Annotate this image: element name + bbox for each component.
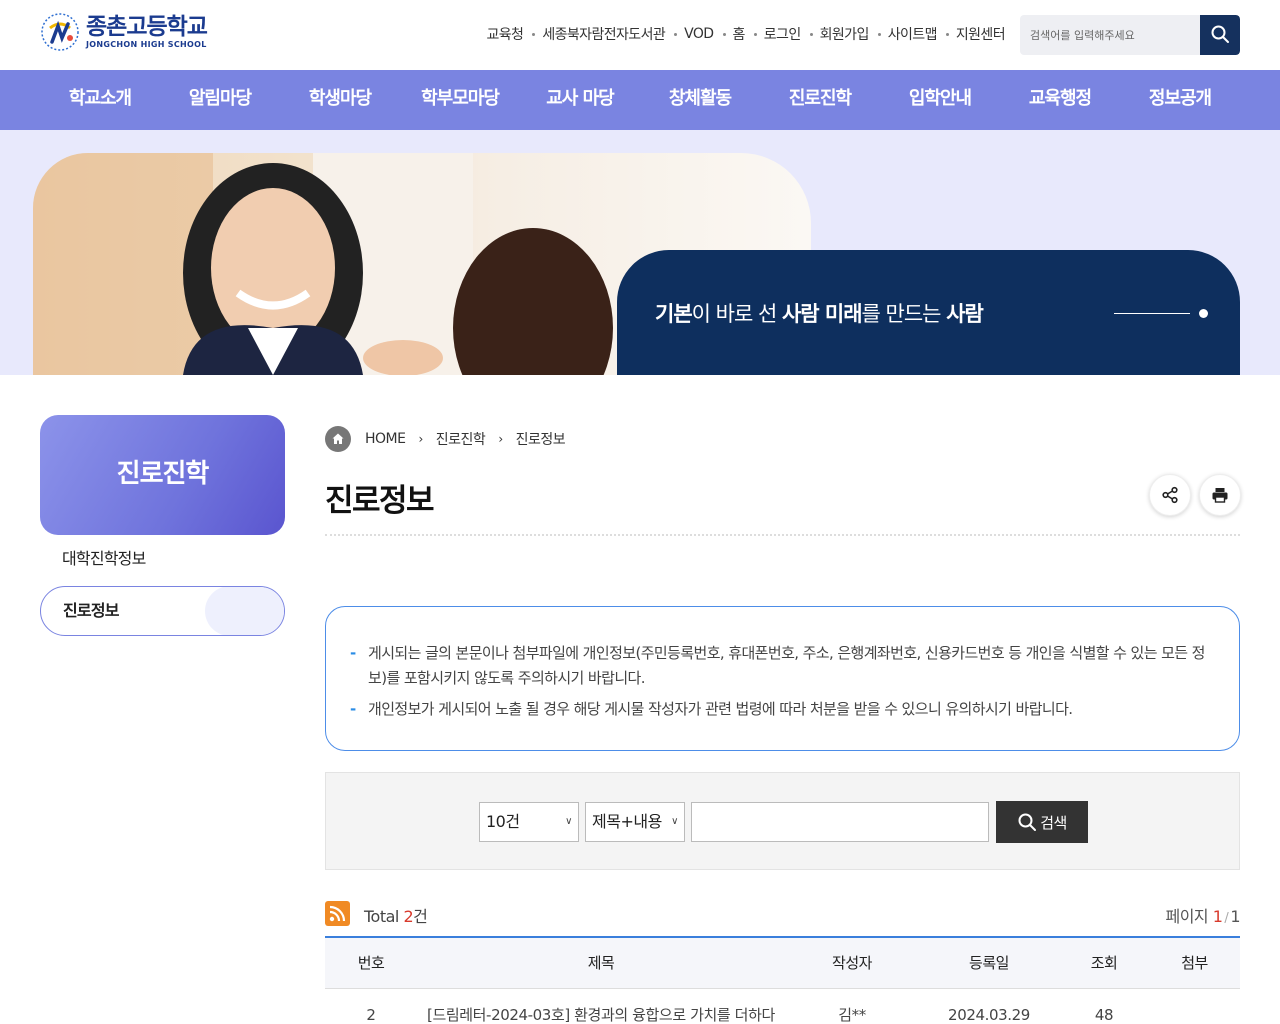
banner-decor-line (1114, 313, 1190, 314)
search-icon (1018, 813, 1037, 831)
util-link-education-office[interactable]: 교육청 (487, 24, 524, 44)
board-search-button[interactable]: 검색 (996, 801, 1088, 843)
lnb-title: 진로진학 (40, 415, 285, 535)
print-button[interactable] (1199, 474, 1241, 516)
util-link-login[interactable]: 로그인 (745, 24, 801, 44)
gnb-item-notice[interactable]: 알림마당 (160, 70, 280, 130)
slogan-text: 기본이 바로 선 사람 미래를 만드는 사람 (655, 302, 984, 326)
gnb-item-activities[interactable]: 창체활동 (640, 70, 760, 130)
share-icon (1162, 486, 1178, 504)
gnb-item-administration[interactable]: 교육행정 (1000, 70, 1120, 130)
site-search-input[interactable] (1020, 15, 1200, 55)
row-date: 2024.03.29 (948, 1006, 1030, 1024)
breadcrumb-career-info[interactable]: 진로정보 (516, 429, 566, 449)
column-header-date: 등록일 (969, 954, 1009, 972)
board-table: 번호 제목 작성자 등록일 조회 첨부 2 [드림레터-2024-03호] 환경… (325, 936, 1240, 1024)
notice-item: - 개인정보가 게시되어 노출 될 경우 해당 게시물 작성자가 관련 법령에 따… (350, 700, 1073, 718)
breadcrumb-career[interactable]: 진로진학 (436, 429, 486, 449)
util-link-vod[interactable]: VOD (665, 26, 714, 42)
row-attachment (1149, 989, 1240, 1024)
board-search-panel: 10건 ∨ 제목+내용 ∨ 검색 (325, 772, 1240, 870)
board-summary: Total 2건 페이지 1/1 (325, 900, 1240, 928)
utility-links: 교육청 세종북자람전자도서관 VOD 홈 로그인 회원가입 사이트맵 지원센터 (487, 24, 1006, 44)
print-icon (1212, 488, 1228, 503)
share-button[interactable] (1149, 474, 1191, 516)
gnb-item-admission[interactable]: 입학안내 (880, 70, 1000, 130)
page-title: 진로정보 (325, 483, 435, 519)
privacy-notice: - 게시되는 글의 본문이나 첨부파일에 개인정보(주민등록번호, 휴대폰번호, … (325, 606, 1240, 751)
rss-icon[interactable] (325, 901, 350, 926)
chevron-down-icon: ∨ (565, 816, 572, 827)
banner-decor-dot (1199, 309, 1208, 318)
gnb-item-school-intro[interactable]: 학교소개 (40, 70, 160, 130)
main-navigation: 학교소개 알림마당 학생마당 학부모마당 교사 마당 창체활동 진로진학 입학안… (0, 70, 1280, 130)
row-author: 김** (838, 1006, 866, 1024)
util-link-home[interactable]: 홈 (714, 24, 745, 44)
util-link-signup[interactable]: 회원가입 (801, 24, 869, 44)
sub-visual: 기본이 바로 선 사람 미래를 만드는 사람 (0, 130, 1280, 375)
logo-school-name: 종촌고등학교 (86, 14, 208, 40)
util-link-library[interactable]: 세종북자람전자도서관 (523, 24, 666, 44)
notice-item: - 게시되는 글의 본문이나 첨부파일에 개인정보(주민등록번호, 휴대폰번호, … (350, 644, 1205, 687)
table-header: 번호 제목 작성자 등록일 조회 첨부 (325, 936, 1240, 989)
logo-school-name-en: JONGCHON HIGH SCHOOL (86, 40, 207, 49)
table-row: 2 [드림레터-2024-03호] 환경과의 융합으로 가치를 더하다 김** … (325, 989, 1240, 1024)
slogan-banner: 기본이 바로 선 사람 미래를 만드는 사람 (617, 250, 1240, 375)
gnb-item-career[interactable]: 진로진학 (760, 70, 880, 130)
chevron-right-icon: › (418, 432, 423, 446)
breadcrumb-home[interactable]: HOME (365, 431, 406, 447)
gnb-item-student[interactable]: 학생마당 (280, 70, 400, 130)
school-logo[interactable]: 종촌고등학교 JONGCHON HIGH SCHOOL (40, 10, 220, 54)
search-field-select[interactable]: 제목+내용 ∨ (585, 802, 685, 842)
util-link-support-center[interactable]: 지원센터 (937, 24, 1006, 44)
column-header-views: 조회 (1090, 954, 1118, 972)
breadcrumb: HOME › 진로진학 › 진로정보 (325, 426, 566, 452)
gnb-item-teacher[interactable]: 교사 마당 (520, 70, 640, 130)
list-count-select[interactable]: 10건 ∨ (479, 802, 579, 842)
row-views: 48 (1094, 1006, 1114, 1024)
column-header-title: 제목 (587, 954, 615, 972)
util-link-sitemap[interactable]: 사이트맵 (869, 24, 937, 44)
lnb-item-career-info[interactable]: 진로정보 (40, 586, 285, 636)
row-title-link[interactable]: [드림레터-2024-03호] 환경과의 융합으로 가치를 더하다 (417, 989, 785, 1024)
school-emblem-icon (40, 12, 80, 52)
search-icon (1211, 25, 1229, 43)
gnb-item-disclosure[interactable]: 정보공개 (1120, 70, 1240, 130)
column-header-number: 번호 (357, 954, 385, 972)
chevron-right-icon: › (498, 432, 503, 446)
board-search-input[interactable] (691, 802, 989, 842)
column-header-author: 작성자 (832, 954, 872, 972)
row-number: 2 (366, 1006, 376, 1024)
header: 종촌고등학교 JONGCHON HIGH SCHOOL 교육청 세종북자람전자도… (0, 0, 1280, 70)
title-divider (325, 534, 1240, 536)
lnb-item-university-info[interactable]: 대학진학정보 (40, 535, 285, 585)
chevron-down-icon: ∨ (671, 816, 678, 827)
site-search (1020, 15, 1240, 55)
column-header-attachment: 첨부 (1181, 954, 1208, 972)
gnb-item-parents[interactable]: 학부모마당 (400, 70, 520, 130)
total-count: Total 2건 (364, 907, 428, 926)
home-icon[interactable] (325, 426, 351, 452)
page-indicator: 페이지 1/1 (1165, 907, 1240, 926)
site-search-button[interactable] (1200, 15, 1240, 55)
